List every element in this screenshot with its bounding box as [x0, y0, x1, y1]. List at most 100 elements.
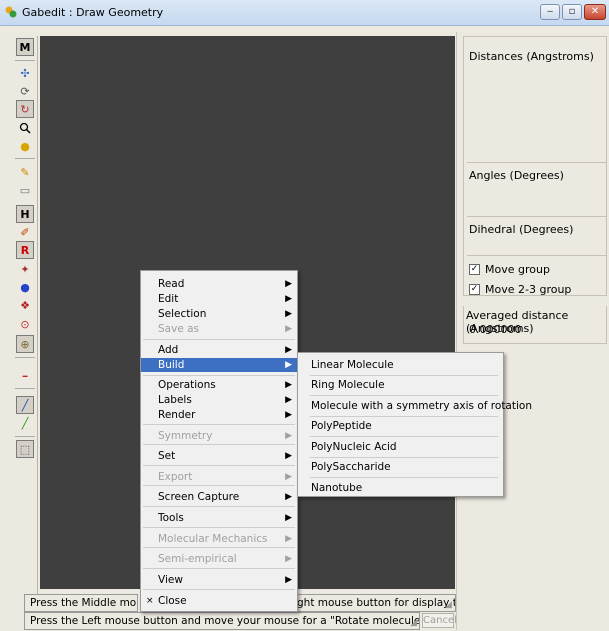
submenu-arrow-icon: ▶	[285, 431, 292, 441]
menu-separator	[310, 457, 498, 458]
menu-item-set[interactable]: Set ▶	[141, 449, 297, 463]
context-menu: Read ▶ Edit ▶ Selection ▶ Save as ▶ Add ▶ Bui…	[140, 270, 298, 612]
menu-separator	[310, 375, 498, 376]
move-23-group-label: Move 2-3 group	[485, 283, 572, 296]
gabedit-app-icon	[5, 6, 17, 18]
submenu-item-ring-molecule[interactable]: Ring Molecule	[298, 377, 503, 393]
menu-separator	[143, 375, 295, 376]
menu-item-close[interactable]: × Close	[141, 594, 297, 608]
menu-item-read[interactable]: Read ▶	[141, 277, 297, 291]
submenu-item-polysaccharide[interactable]: PolySaccharide	[298, 459, 503, 475]
atom-icon[interactable]: ●	[16, 278, 34, 296]
menu-item-screen-capture[interactable]: Screen Capture ▶	[141, 490, 297, 504]
menu-separator	[143, 339, 295, 340]
toolbar-divider	[15, 158, 35, 159]
bond-icon[interactable]: ━	[16, 367, 34, 385]
submenu-arrow-icon: ▶	[285, 279, 292, 289]
title-bar: Gabedit : Draw Geometry ‒ ▫ ✕	[0, 0, 609, 26]
submenu-item-polypeptide[interactable]: PolyPeptide	[298, 418, 503, 434]
bond-color-icon[interactable]: ╱	[16, 414, 34, 432]
zoom-icon[interactable]	[16, 119, 34, 137]
menu-item-symmetry[interactable]: Symmetry ▶	[141, 429, 297, 443]
submenu-arrow-icon: ▶	[285, 451, 292, 461]
menu-separator	[143, 589, 295, 590]
geometry-info-panel: Distances (Angstroms) Angles (Degrees) D…	[456, 32, 609, 630]
frame-icon[interactable]: ⬚	[16, 440, 34, 458]
edit-icon[interactable]: ✐	[16, 223, 34, 241]
rotate-icon[interactable]: ⟳	[16, 82, 34, 100]
toolbar-divider	[15, 436, 35, 437]
menu-item-labels[interactable]: Labels ▶	[141, 393, 297, 407]
menu-separator	[143, 465, 295, 466]
panel-divider	[467, 255, 607, 256]
menu-item-save-as[interactable]: Save as ▶	[141, 322, 297, 336]
menu-item-tools[interactable]: Tools ▶	[141, 511, 297, 525]
menu-item-semi-empirical[interactable]: Semi-empirical ▶	[141, 552, 297, 566]
menu-separator	[310, 416, 498, 417]
menu-item-operations[interactable]: Operations ▶	[141, 378, 297, 392]
checkbox-icon[interactable]: ✓	[469, 284, 480, 295]
menu-item-molecular-mechanics[interactable]: Molecular Mechanics ▶	[141, 532, 297, 546]
status-bar-top-right: ght mouse button for display the ...	[296, 594, 456, 612]
resize-grip-icon[interactable]: ◢	[445, 600, 452, 610]
submenu-item-symmetry-axis-molecule[interactable]: Molecule with a symmetry axis of rotatio…	[298, 398, 532, 414]
minimize-button[interactable]: ‒	[540, 4, 560, 20]
line-icon[interactable]: ╱	[16, 396, 34, 414]
submenu-item-nanotube[interactable]: Nanotube	[298, 480, 503, 496]
submenu-arrow-icon: ▶	[285, 345, 292, 355]
submenu-arrow-icon: ▶	[285, 410, 292, 420]
menu-item-edit[interactable]: Edit ▶	[141, 292, 297, 306]
submenu-item-polynucleic-acid[interactable]: PolyNucleic Acid	[298, 439, 503, 455]
submenu-arrow-icon: ▶	[285, 472, 292, 482]
menu-item-view[interactable]: View ▶	[141, 573, 297, 587]
toolbar-divider	[15, 60, 35, 61]
menu-separator	[143, 424, 295, 425]
submenu-arrow-icon: ▶	[285, 309, 292, 319]
move-23-group-checkbox[interactable]: ✓ Move 2-3 group	[469, 283, 571, 296]
menu-item-add[interactable]: Add ▶	[141, 343, 297, 357]
window-title: Gabedit : Draw Geometry	[22, 6, 164, 19]
angles-label: Angles (Degrees)	[469, 169, 564, 182]
hydrogen-icon[interactable]: H	[16, 205, 34, 223]
menu-item-render[interactable]: Render ▶	[141, 408, 297, 422]
translate-icon[interactable]: ✣	[16, 64, 34, 82]
toolbar-divider	[15, 357, 35, 358]
residue-icon[interactable]: R	[16, 241, 34, 259]
menu-separator	[143, 444, 295, 445]
menu-separator	[143, 568, 295, 569]
delete-icon[interactable]: ⊕	[16, 335, 34, 353]
resize-grip-icon[interactable]: ◢	[410, 618, 417, 628]
panel-divider	[467, 216, 607, 217]
status-bar-top-left: Press the Middle mouse bu	[24, 594, 138, 612]
measurements-group	[463, 36, 607, 296]
pencil-icon[interactable]: ✎	[16, 163, 34, 181]
submenu-arrow-icon: ▶	[285, 360, 292, 370]
menu-separator	[143, 527, 295, 528]
menu-separator	[310, 477, 498, 478]
checkbox-icon[interactable]: ✓	[469, 264, 480, 275]
scale-icon[interactable]: ●	[16, 137, 34, 155]
move-group-checkbox[interactable]: ✓ Move group	[469, 263, 550, 276]
averaged-distance-value: 0.000000	[469, 323, 522, 336]
rotate-z-icon[interactable]: ↻	[16, 100, 34, 118]
menu-item-export[interactable]: Export ▶	[141, 470, 297, 484]
build-submenu: Linear Molecule Ring Molecule Molecule w…	[297, 352, 532, 497]
submenu-arrow-icon: ▶	[285, 554, 292, 564]
fragment-icon[interactable]: ✦	[16, 260, 34, 278]
submenu-arrow-icon: ▶	[285, 575, 292, 585]
tool-bar: M ✣ ⟳ ↻ ● ✎ ▭ H ✐ R ✦ ● ❖ ⊙ ⊕ ━ ╱ ╱ ⬚	[12, 36, 38, 618]
insert-icon[interactable]: ❖	[16, 296, 34, 314]
maximize-button[interactable]: ▫	[562, 4, 582, 20]
close-window-button[interactable]: ✕	[584, 4, 606, 20]
menu-separator	[143, 547, 295, 548]
panel-divider	[467, 162, 607, 163]
menu-item-build[interactable]: Build ▶	[141, 358, 297, 372]
status-bar-bottom: Press the Left mouse button and move you…	[24, 612, 420, 630]
submenu-item-linear-molecule[interactable]: Linear Molecule	[298, 357, 503, 373]
menu-item-selection[interactable]: Selection ▶	[141, 307, 297, 321]
mode-button[interactable]: M	[16, 38, 34, 56]
close-icon: ×	[146, 596, 154, 606]
select-icon[interactable]: ▭	[16, 181, 34, 199]
measure-icon[interactable]: ⊙	[16, 315, 34, 333]
cancel-button[interactable]: Cancel	[422, 613, 457, 628]
